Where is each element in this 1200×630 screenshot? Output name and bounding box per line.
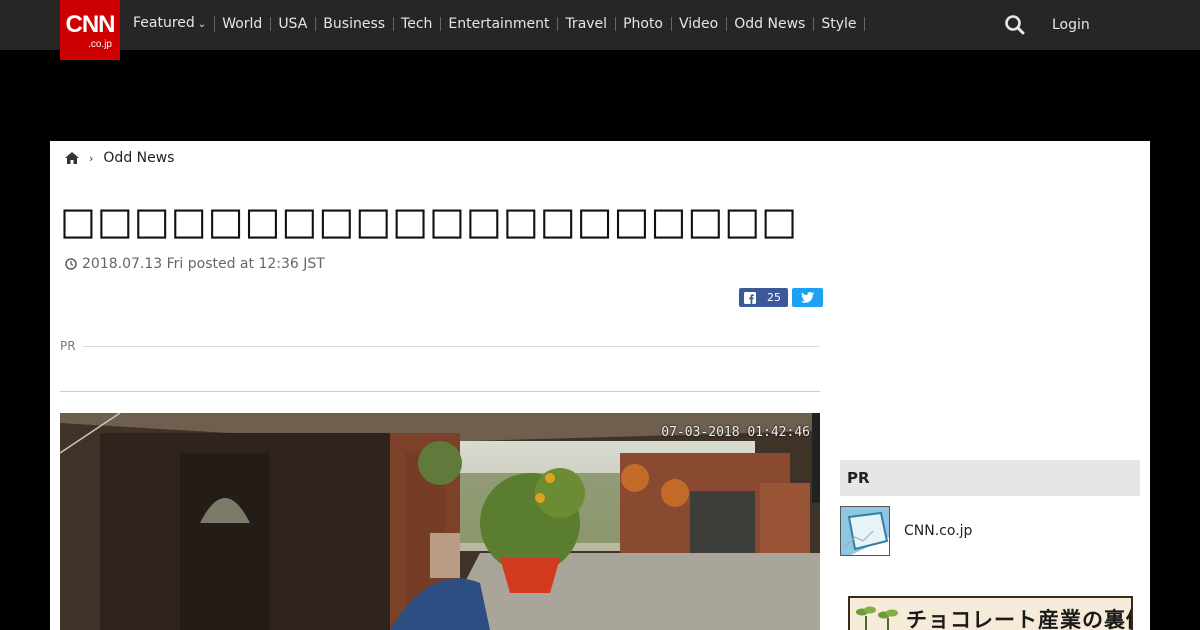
nav-label: Featured <box>133 15 195 31</box>
breadcrumb: › Odd News <box>65 150 174 166</box>
nav-item-video[interactable]: Video <box>672 17 728 31</box>
nav-item-photo[interactable]: Photo <box>616 17 672 31</box>
nav-item-featured[interactable]: Featured ⌄ <box>126 15 216 32</box>
nav-item-tech[interactable]: Tech <box>394 17 442 31</box>
sidebar-pr-heading: PR <box>840 460 1140 496</box>
logo-domain: .co.jp <box>88 39 112 50</box>
nav-item-world[interactable]: World <box>215 17 272 31</box>
top-navigation-bar: CNN .co.jp Featured ⌄ World USA Business … <box>0 0 1200 60</box>
search-icon[interactable] <box>1004 14 1026 36</box>
pr-divider <box>82 345 820 347</box>
hero-timestamp: 07-03-2018 01:42:46 <box>661 425 810 440</box>
article-panel: › Odd News □□□□□□□□□□□□□□□□□□□□□□□□□□□□□… <box>50 141 1150 630</box>
article-title: □□□□□□□□□□□□□□□□□□□□□□□□□□□□□□□□□□□□□□ <box>60 199 800 243</box>
pr-label: PR <box>60 339 76 353</box>
article-date: 2018.07.13 Fri posted at 12:36 JST <box>82 256 325 272</box>
nav-item-usa[interactable]: USA <box>271 17 317 31</box>
nav-item-entertainment[interactable]: Entertainment <box>441 17 559 31</box>
content-divider <box>60 391 820 392</box>
nav-item-business[interactable]: Business <box>316 17 395 31</box>
sprout-icon <box>856 606 898 630</box>
login-link[interactable]: Login <box>1052 17 1090 33</box>
clock-icon <box>65 258 77 270</box>
logo-wordmark: CNN <box>65 11 116 38</box>
pr-thumbnail <box>840 506 890 556</box>
breadcrumb-separator-icon: › <box>89 151 94 165</box>
chevron-down-icon: ⌄ <box>197 19 207 30</box>
facebook-share-count: 25 <box>767 291 781 304</box>
pr-thumbnail-image <box>841 507 889 555</box>
sidebar-ad-banner[interactable]: チョコレート産業の裏側 <box>848 596 1133 630</box>
main-nav: Featured ⌄ World USA Business Tech Entert… <box>126 0 866 48</box>
facebook-icon <box>744 291 756 304</box>
twitter-share-button[interactable] <box>792 288 823 307</box>
article-hero-image[interactable]: 07-03-2018 01:42:46 <box>60 413 820 630</box>
article-dateline: 2018.07.13 Fri posted at 12:36 JST <box>65 256 325 272</box>
nav-item-style[interactable]: Style <box>814 17 866 31</box>
nav-item-travel[interactable]: Travel <box>558 17 617 31</box>
ad-banner-text: チョコレート産業の裏側 <box>906 608 1133 630</box>
sidebar-pr-item[interactable]: CNN.co.jp <box>840 506 1140 556</box>
pr-row: PR <box>60 339 820 353</box>
home-icon[interactable] <box>65 152 79 164</box>
pr-item-label: CNN.co.jp <box>904 523 973 539</box>
facebook-share-button[interactable]: 25 <box>739 288 788 307</box>
nav-item-odd-news[interactable]: Odd News <box>727 17 815 31</box>
breadcrumb-odd-news[interactable]: Odd News <box>103 150 174 166</box>
share-buttons: 25 <box>739 288 823 307</box>
twitter-icon <box>801 292 814 303</box>
cnn-logo[interactable]: CNN .co.jp <box>60 0 120 60</box>
hero-photo <box>60 413 820 630</box>
